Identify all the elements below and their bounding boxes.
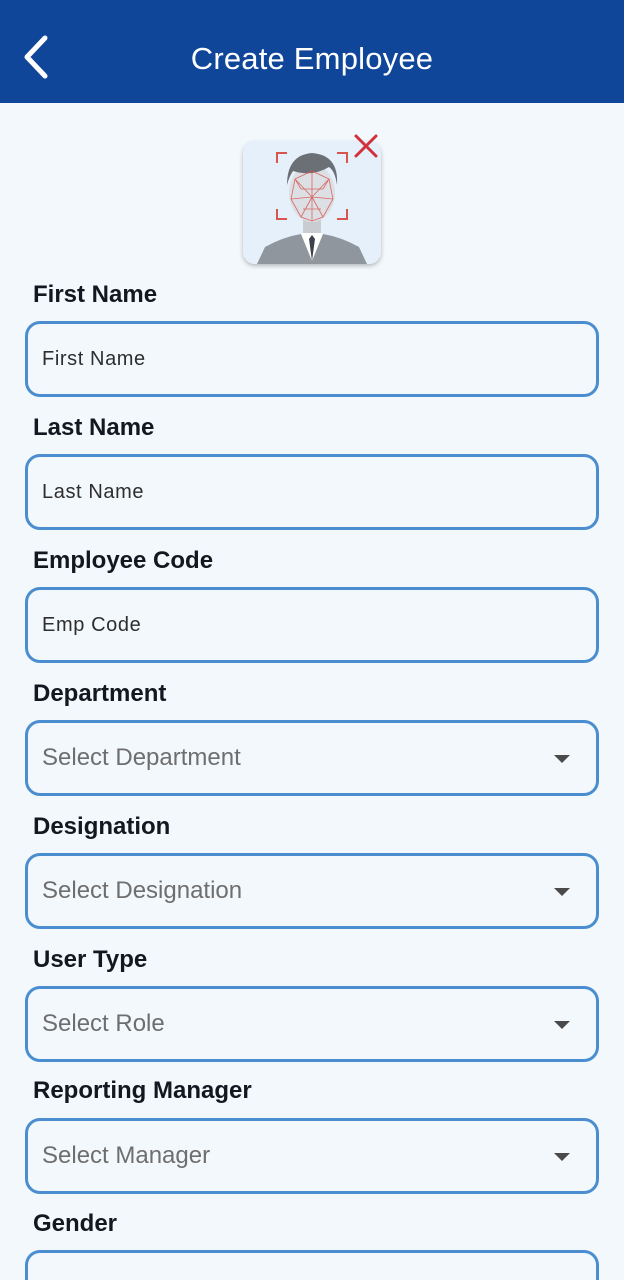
department-label: Department	[33, 680, 167, 707]
last-name-placeholder: Last Name	[42, 481, 145, 503]
chevron-down-icon	[554, 755, 570, 763]
chevron-down-icon	[554, 888, 570, 896]
reporting-manager-dropdown[interactable]: Select Manager	[25, 1118, 599, 1194]
remove-photo-button[interactable]	[352, 132, 380, 160]
user-type-selected-value: Select Role	[42, 1010, 165, 1037]
department-dropdown[interactable]: Select Department	[25, 720, 599, 796]
last-name-label: Last Name	[33, 414, 155, 441]
designation-selected-value: Select Designation	[42, 877, 243, 904]
employee-code-input[interactable]: Emp Code	[25, 587, 599, 663]
designation-dropdown[interactable]: Select Designation	[25, 853, 599, 929]
last-name-input[interactable]: Last Name	[25, 454, 599, 530]
close-icon	[354, 134, 378, 158]
designation-label: Designation	[33, 813, 171, 840]
chevron-down-icon	[554, 1021, 570, 1029]
gender-label: Gender	[33, 1210, 118, 1237]
employee-code-label: Employee Code	[33, 547, 214, 574]
page-title: Create Employee	[190, 41, 434, 76]
chevron-down-icon	[554, 1153, 570, 1161]
reporting-manager-label: Reporting Manager	[33, 1077, 252, 1104]
user-type-label: User Type	[33, 946, 148, 973]
employee-code-placeholder: Emp Code	[42, 614, 142, 636]
first-name-label: First Name	[33, 281, 158, 308]
first-name-input[interactable]: First Name	[25, 321, 599, 397]
first-name-placeholder: First Name	[42, 348, 146, 370]
gender-dropdown[interactable]	[25, 1250, 599, 1280]
reporting-manager-selected-value: Select Manager	[42, 1142, 211, 1169]
department-selected-value: Select Department	[42, 744, 241, 771]
user-type-dropdown[interactable]: Select Role	[25, 986, 599, 1062]
